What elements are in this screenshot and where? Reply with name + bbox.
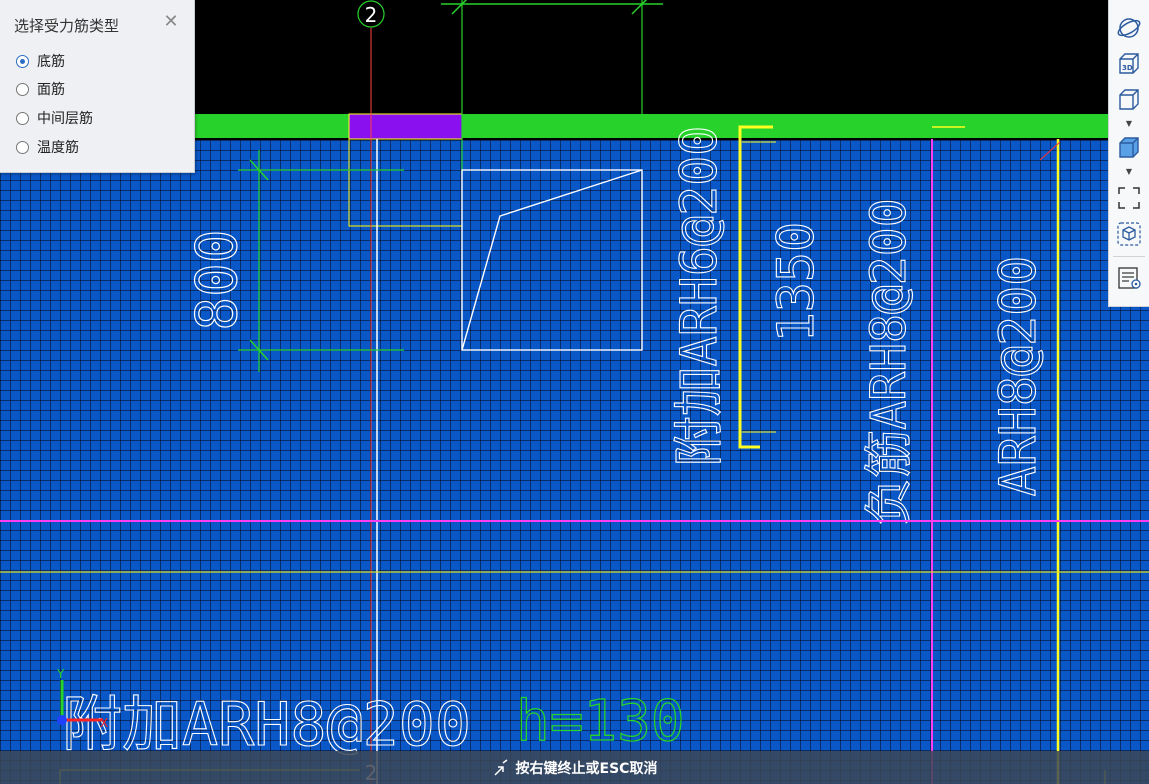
- dimension-1350: 1350: [767, 222, 825, 342]
- dimension-800: 800: [185, 229, 250, 330]
- cube-solid-icon[interactable]: [1114, 134, 1144, 162]
- axis-marker-label: 2: [365, 3, 378, 27]
- status-message: 按右键终止或ESC取消: [515, 760, 658, 777]
- chevron-down-icon[interactable]: ▼: [1123, 120, 1135, 128]
- option-label: 中间层筋: [37, 111, 93, 127]
- slab-mesh: [0, 140, 1149, 784]
- panel-title: 选择受力筋类型: [14, 17, 120, 35]
- option-middle-rebar[interactable]: 中间层筋: [16, 108, 93, 128]
- rebar-label-bottom: 附加ARH8@200: [62, 690, 471, 760]
- cursor-arrow-icon: [492, 758, 512, 778]
- z-axis-dot: [57, 715, 67, 725]
- option-top-rebar[interactable]: 面筋: [16, 79, 65, 99]
- close-icon[interactable]: ✕: [161, 12, 181, 32]
- option-temperature-rebar[interactable]: 温度筋: [16, 137, 79, 157]
- select-3d-icon[interactable]: [1114, 220, 1144, 248]
- properties-icon[interactable]: [1114, 264, 1144, 292]
- radio-top-rebar[interactable]: [16, 82, 29, 96]
- view-3d-icon[interactable]: 3D: [1114, 50, 1144, 78]
- option-bottom-rebar[interactable]: 底筋: [16, 51, 65, 71]
- option-label: 底筋: [37, 54, 65, 70]
- status-bar: 按右键终止或ESC取消: [0, 751, 1149, 784]
- view-toolbar: 3D ▼ ▼: [1108, 0, 1149, 307]
- column: [348, 113, 463, 140]
- rebar-label-2: 负筋ARH8@200: [861, 198, 917, 525]
- cube-view-icon[interactable]: [1114, 86, 1144, 114]
- radio-bottom-rebar[interactable]: [16, 54, 29, 68]
- slab-thickness: h=130: [516, 689, 685, 754]
- y-axis-label: Y: [56, 667, 65, 681]
- option-label: 温度筋: [37, 140, 79, 156]
- orbit-icon[interactable]: [1114, 14, 1144, 42]
- rebar-label-3: ARH8@200: [989, 256, 1047, 497]
- toolbar-divider: [1113, 256, 1145, 257]
- radio-middle-rebar[interactable]: [16, 111, 29, 125]
- option-label: 面筋: [37, 82, 65, 98]
- fit-view-icon[interactable]: [1114, 184, 1144, 212]
- x-axis-label: X: [100, 716, 108, 730]
- rebar-type-panel: 选择受力筋类型 ✕ 底筋 面筋 中间层筋 温度筋: [0, 0, 195, 173]
- radio-temperature-rebar[interactable]: [16, 140, 29, 154]
- svg-text:3D: 3D: [1122, 64, 1133, 72]
- chevron-down-icon[interactable]: ▼: [1123, 168, 1135, 176]
- rebar-label-1: 附加ARH6@200: [670, 126, 728, 467]
